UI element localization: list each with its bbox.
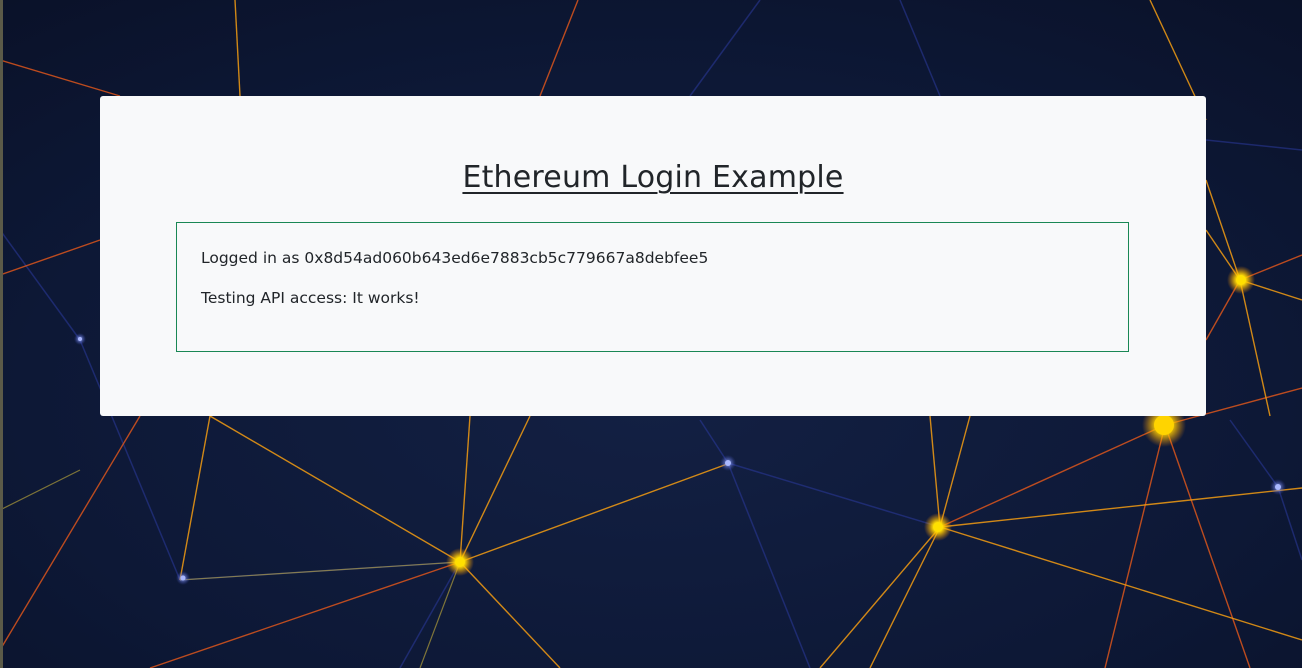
page-title: Ethereum Login Example (462, 160, 844, 195)
account-address: 0x8d54ad060b643ed6e7883cb5c779667a8debfe… (304, 249, 709, 267)
login-status-panel: Logged in as 0x8d54ad060b643ed6e7883cb5c… (176, 222, 1129, 352)
login-card: Ethereum Login Example Logged in as 0x8d… (100, 96, 1206, 416)
logged-in-prefix: Logged in as (201, 249, 300, 267)
window-edge (0, 0, 3, 668)
api-test-result: Testing API access: It works! (201, 289, 420, 307)
logged-in-text: Logged in as 0x8d54ad060b643ed6e7883cb5c… (201, 249, 708, 267)
